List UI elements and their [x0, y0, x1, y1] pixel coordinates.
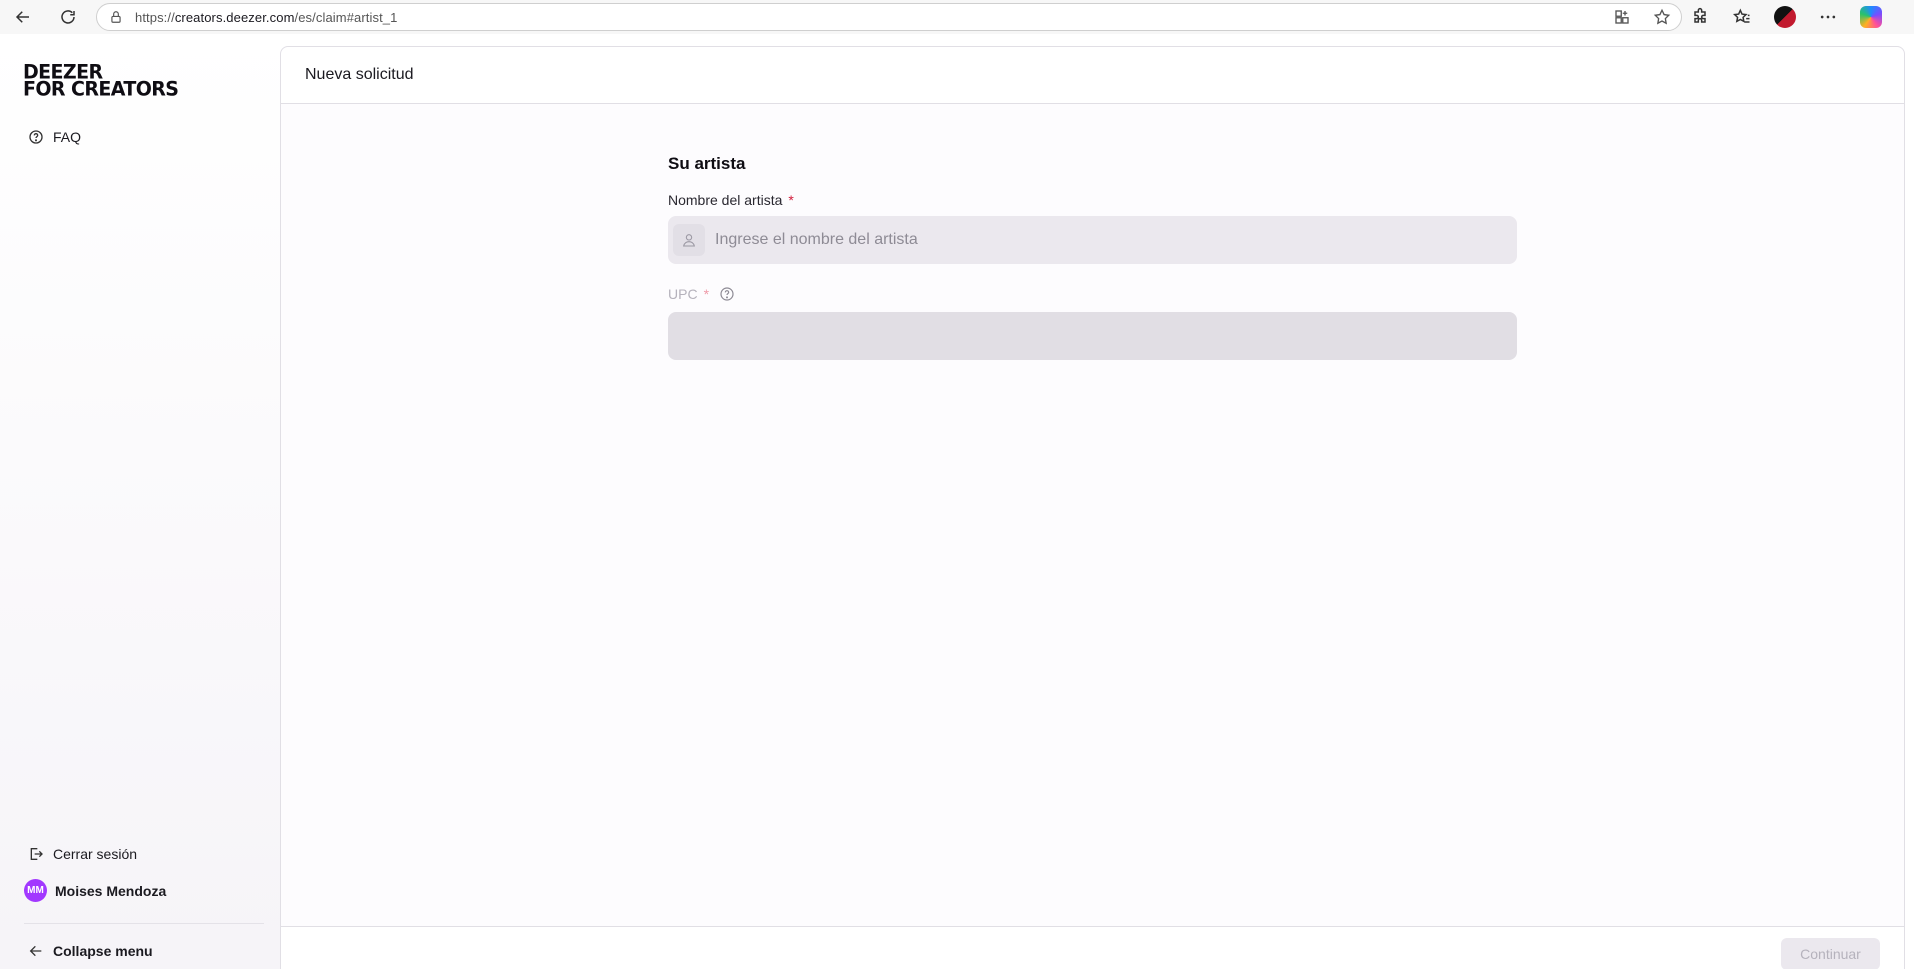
deezer-for-creators-logo[interactable]: DEEZER FOR CREATORS: [23, 62, 179, 99]
sidebar-divider: [24, 923, 264, 924]
back-button[interactable]: [6, 0, 40, 34]
address-bar[interactable]: https://creators.deezer.com/es/claim#art…: [96, 3, 1682, 31]
reload-icon: [61, 10, 75, 24]
user-icon: [673, 224, 705, 256]
sidebar-item-faq[interactable]: FAQ: [28, 129, 81, 145]
avatar: MM: [24, 879, 47, 902]
browser-toolbar: https://creators.deezer.com/es/claim#art…: [0, 0, 1914, 34]
section-title: Su artista: [668, 154, 746, 173]
lock-icon: [111, 11, 121, 23]
favorites-icon[interactable]: [1732, 7, 1752, 27]
required-mark: *: [703, 286, 710, 302]
continue-button[interactable]: Continuar: [1781, 938, 1880, 969]
copilot-icon[interactable]: [1860, 6, 1882, 28]
arrow-left-icon: [15, 11, 29, 23]
collapse-menu-label: Collapse menu: [53, 943, 153, 959]
required-mark: *: [788, 192, 794, 208]
main-panel: Nueva solicitud Su artista Nombre del ar…: [280, 46, 1905, 969]
url-text: https://creators.deezer.com/es/claim#art…: [135, 9, 398, 25]
logout-label: Cerrar sesión: [53, 846, 138, 862]
app-available-icon[interactable]: [1613, 8, 1631, 26]
user-profile[interactable]: MM Moises Mendoza: [24, 879, 166, 902]
sidebar-item-label: FAQ: [53, 129, 82, 145]
more-options-icon[interactable]: [1818, 7, 1838, 27]
page-title: Nueva solicitud: [305, 66, 414, 83]
upc-field: [668, 312, 1517, 360]
artist-name-input[interactable]: [705, 216, 1517, 264]
artist-name-label: Nombre del artista *: [668, 192, 794, 208]
help-circle-icon[interactable]: [719, 286, 735, 302]
user-name: Moises Mendoza: [55, 882, 167, 899]
question-circle-icon: [29, 130, 43, 144]
sidebar: DEEZER FOR CREATORS FAQ Cerrar sesión MM…: [0, 34, 280, 969]
form-footer: Continuar: [281, 926, 1904, 969]
artist-form: Su artista Nombre del artista * UPC *: [668, 154, 1517, 360]
upc-input: [673, 312, 1517, 360]
star-icon[interactable]: [1653, 8, 1671, 26]
collapse-menu-button[interactable]: Collapse menu: [28, 943, 153, 959]
arrow-left-icon: [29, 945, 42, 957]
reload-button[interactable]: [51, 0, 85, 34]
artist-name-field[interactable]: [668, 216, 1517, 264]
logout-button[interactable]: Cerrar sesión: [28, 846, 137, 862]
upc-label: UPC *: [668, 286, 1517, 302]
extensions-icon[interactable]: [1690, 7, 1710, 27]
page-header: Nueva solicitud: [281, 47, 1904, 104]
logout-icon: [30, 848, 43, 860]
browser-profile-icon[interactable]: [1774, 6, 1796, 28]
